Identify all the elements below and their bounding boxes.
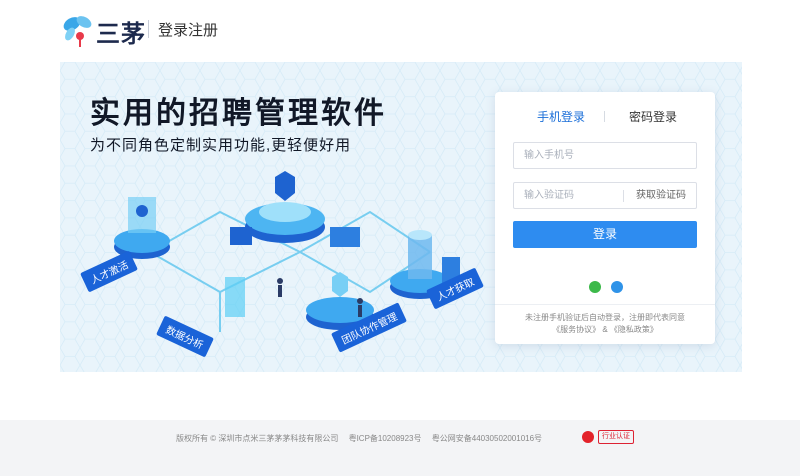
qq-icon[interactable]: [611, 281, 623, 293]
page-title: 登录注册: [158, 22, 219, 39]
login-tabs: 手机登录 密码登录: [495, 92, 715, 136]
footer: 版权所有 © 深圳市点米三茅茅茅科技有限公司 粤ICP备10208923号 粤公…: [0, 420, 800, 476]
platform-talent-activation: [114, 197, 170, 259]
terms-and: &: [602, 325, 608, 334]
phone-input-placeholder: 输入手机号: [524, 150, 574, 161]
tab-phone-login[interactable]: 手机登录: [537, 108, 585, 125]
industry-cert-badge[interactable]: 行业认证: [598, 430, 634, 444]
icp-link[interactable]: 粤ICP备10208923号: [349, 434, 422, 443]
card-divider: [495, 304, 715, 305]
code-input-placeholder: 输入验证码: [524, 190, 574, 201]
dragonfly-logo-icon: [63, 16, 92, 47]
code-divider: [623, 190, 624, 202]
logo-text[interactable]: 三茅: [96, 14, 146, 49]
header: 三茅 登录注册: [0, 0, 800, 58]
header-divider: [148, 20, 149, 38]
code-input[interactable]: 输入验证码 获取验证码: [513, 182, 697, 209]
login-card: 手机登录 密码登录 输入手机号 输入验证码 获取验证码 登录 未注册手机验证后自…: [495, 92, 715, 344]
terms-notice: 未注册手机验证后自动登录，注册即代表同意 《服务协议》 & 《隐私政策》: [495, 312, 715, 336]
tab-password-login[interactable]: 密码登录: [629, 108, 677, 125]
privacy-policy-link[interactable]: 《隐私政策》: [610, 325, 658, 334]
service-agreement-link[interactable]: 《服务协议》: [552, 325, 600, 334]
terms-line: 未注册手机验证后自动登录，注册即代表同意: [525, 313, 685, 322]
tab-divider: [604, 111, 605, 122]
footer-text: 版权所有 © 深圳市点米三茅茅茅科技有限公司 粤ICP备10208923号 粤公…: [176, 433, 550, 444]
banner-subline: 为不同角色定制实用功能,更轻便好用: [90, 137, 352, 154]
login-button[interactable]: 登录: [513, 221, 697, 248]
platform-center-shield: [245, 171, 325, 243]
banner-headline: 实用的招聘管理软件: [90, 97, 387, 130]
phone-input[interactable]: 输入手机号: [513, 142, 697, 169]
copyright-text: 版权所有 © 深圳市点米三茅茅茅科技有限公司: [176, 434, 339, 443]
isometric-illustration: [114, 171, 460, 332]
police-badge-icon[interactable]: [582, 431, 594, 443]
get-code-button[interactable]: 获取验证码: [636, 183, 686, 208]
police-link[interactable]: 粤公网安备44030502001016号: [432, 434, 542, 443]
wechat-icon[interactable]: [589, 281, 601, 293]
